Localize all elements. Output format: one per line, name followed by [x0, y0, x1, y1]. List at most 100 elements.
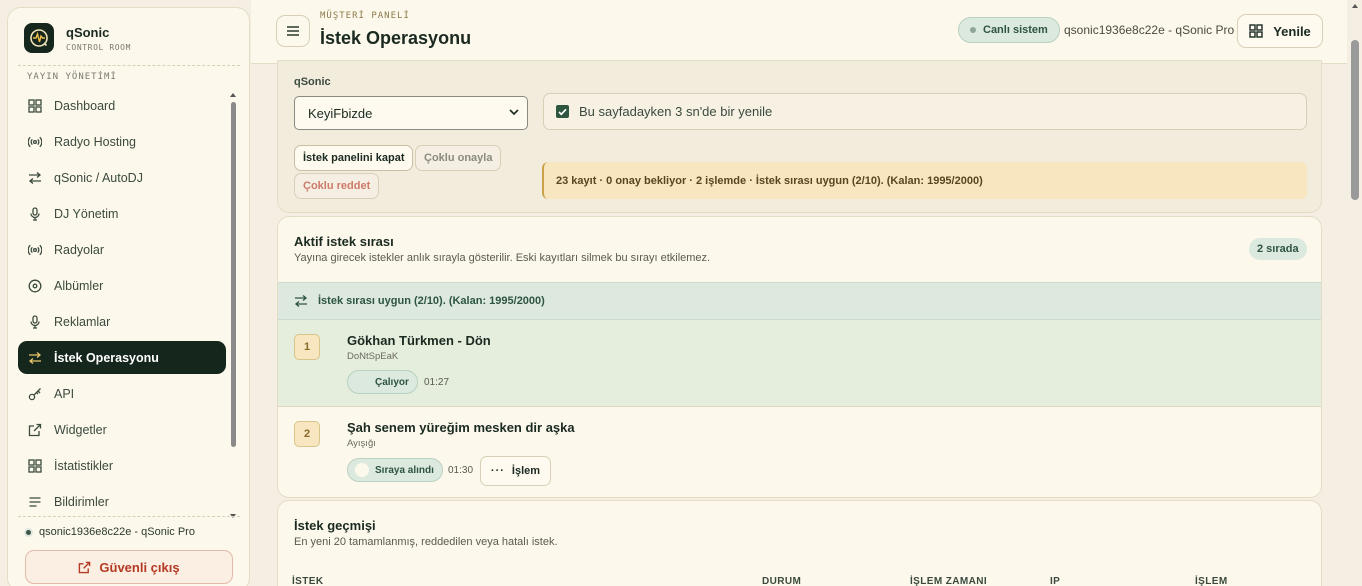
- live-status-badge: Canlı sistem: [958, 17, 1060, 43]
- sidebar-item-radios[interactable]: Radyolar: [18, 233, 226, 266]
- broadcast-icon: [28, 244, 42, 255]
- auto-refresh-label: Bu sayfadayken 3 sn'de bir yenile: [579, 104, 773, 119]
- bulk-approve-button[interactable]: Çoklu onayla: [415, 145, 502, 171]
- sidebar-item-statistics[interactable]: İstatistikler: [18, 449, 226, 482]
- close-request-panel-button[interactable]: İstek panelini kapat: [294, 145, 414, 171]
- chevron-down-icon: [509, 109, 519, 116]
- external-link-icon: [79, 561, 91, 573]
- station-select[interactable]: KeyiFbizde: [294, 96, 528, 130]
- grid-icon: [28, 458, 42, 473]
- auto-refresh-option[interactable]: Bu sayfadayken 3 sn'de bir yenile: [543, 93, 1307, 130]
- queue-position: 1: [294, 334, 320, 360]
- sidebar-item-dj[interactable]: DJ Yönetim: [18, 197, 226, 230]
- status-dot-icon: [24, 527, 33, 537]
- scroll-thumb[interactable]: [1351, 40, 1359, 200]
- queue-status-text: İstek sırası uygun (2/10). (Kalan: 1995/…: [318, 295, 545, 307]
- sidebar-item-autodj[interactable]: qSonic / AutoDJ: [18, 161, 226, 194]
- status-circle-icon: [355, 375, 369, 389]
- sidebar-item-label: Radyo Hosting: [54, 134, 136, 149]
- menu-toggle-button[interactable]: [276, 15, 310, 47]
- controls-card: qSonic KeyiFbizde Bu sayfadayken 3 sn'de…: [277, 60, 1322, 213]
- sidebar-scrollbar[interactable]: [230, 93, 238, 518]
- sidebar: qSonic CONTROL ROOM YAYIN YÖNETİMİ Dashb…: [7, 7, 250, 586]
- sidebar-item-widgets[interactable]: Widgetler: [18, 413, 226, 446]
- status-badge: Çalıyor: [347, 370, 418, 394]
- sidebar-item-ads[interactable]: Reklamlar: [18, 305, 226, 338]
- column-header-status[interactable]: DURUM: [762, 576, 801, 586]
- page-scrollbar[interactable]: [1348, 0, 1362, 586]
- sidebar-item-radio-hosting[interactable]: Radyo Hosting: [18, 125, 226, 158]
- status-circle-icon: [355, 463, 369, 477]
- microphone-icon: [30, 206, 40, 221]
- sidebar-item-api[interactable]: API: [18, 377, 226, 410]
- request-history-card: İstek geçmişi En yeni 20 tamamlanmış, re…: [277, 500, 1322, 586]
- swap-icon: [294, 295, 308, 307]
- scroll-up-arrow-icon[interactable]: [230, 93, 236, 97]
- sidebar-item-dashboard[interactable]: Dashboard: [18, 89, 226, 122]
- sidebar-item-albums[interactable]: Albümler: [18, 269, 226, 302]
- microphone-icon: [30, 314, 40, 329]
- brand[interactable]: qSonic CONTROL ROOM: [24, 23, 131, 53]
- queue-status-bar: İstek sırası uygun (2/10). (Kalan: 1995/…: [278, 282, 1321, 320]
- queue-title: Aktif istek sırası: [294, 234, 394, 249]
- broadcast-icon: [28, 136, 42, 147]
- external-link-icon: [28, 423, 42, 436]
- refresh-label: Yenile: [1273, 23, 1311, 39]
- station-field-label: qSonic: [294, 76, 331, 88]
- request-time: 01:27: [424, 377, 450, 388]
- sidebar-item-label: Reklamlar: [54, 314, 111, 329]
- key-icon: [28, 387, 41, 400]
- column-header-request[interactable]: İSTEK: [292, 576, 323, 586]
- scroll-up-arrow-icon[interactable]: [1352, 4, 1358, 8]
- history-title: İstek geçmişi: [294, 518, 376, 533]
- sidebar-nav: Dashboard Radyo Hosting qSonic / AutoDJ …: [18, 89, 226, 513]
- queue-row: 2 Şah senem yüreğim mesken dir aşka Ayış…: [278, 407, 1321, 494]
- active-queue-card: Aktif istek sırası Yayına girecek istekl…: [277, 216, 1322, 498]
- sidebar-item-label: İstatistikler: [54, 458, 114, 473]
- hamburger-icon: [287, 26, 299, 36]
- requester-name: DoNtSpEaK: [347, 351, 399, 362]
- sidebar-item-label: Albümler: [54, 278, 104, 293]
- waveform-logo-icon: [24, 23, 54, 53]
- brand-subtitle: CONTROL ROOM: [66, 42, 131, 52]
- column-header-action[interactable]: İŞLEM: [1195, 576, 1228, 586]
- history-subtitle: En yeni 20 tamamlanmış, reddedilen veya …: [294, 536, 558, 548]
- sidebar-item-notifications[interactable]: Bildirimler: [18, 485, 226, 513]
- sidebar-item-label: Widgetler: [54, 422, 107, 437]
- sidebar-item-label: DJ Yönetim: [54, 206, 119, 221]
- scroll-thumb[interactable]: [231, 102, 236, 447]
- bulk-reject-button[interactable]: Çoklu reddet: [294, 173, 380, 199]
- sidebar-item-request-operations[interactable]: İstek Operasyonu: [18, 341, 226, 374]
- refresh-button[interactable]: Yenile: [1237, 14, 1323, 48]
- swap-icon: [28, 171, 42, 184]
- sidebar-item-label: Radyolar: [54, 242, 105, 257]
- page-title: İstek Operasyonu: [320, 28, 472, 48]
- request-action-button[interactable]: ··· İşlem: [480, 456, 551, 486]
- station-select-value: KeyiFbizde: [308, 105, 373, 121]
- logout-button[interactable]: Güvenli çıkış: [25, 550, 233, 584]
- page-eyebrow: MÜŞTERİ PANELİ: [320, 11, 410, 21]
- status-label: Çalıyor: [375, 376, 409, 388]
- more-dots-icon: ···: [490, 465, 505, 477]
- request-time: 01:30: [448, 465, 474, 476]
- user-label: qsonic1936e8c22e - qSonic Pro: [39, 526, 195, 538]
- column-header-process-time[interactable]: İŞLEM ZAMANI: [910, 576, 987, 586]
- grid-icon: [1249, 24, 1263, 38]
- song-title: Şah senem yüreğim mesken dir aşka: [347, 420, 575, 435]
- divider: [18, 65, 240, 66]
- brand-name: qSonic: [66, 24, 110, 40]
- column-header-ip[interactable]: IP: [1050, 576, 1060, 586]
- queue-count-badge: 2 sırada: [1249, 238, 1307, 260]
- status-label: Sıraya alındı: [375, 464, 434, 476]
- auto-refresh-checkbox[interactable]: [556, 105, 569, 118]
- swap-icon: [28, 351, 42, 364]
- action-label: İşlem: [511, 465, 541, 477]
- song-title: Gökhan Türkmen - Dön: [347, 333, 491, 348]
- queue-row: 1 Gökhan Türkmen - Dön DoNtSpEaK Çalıyor…: [278, 320, 1321, 407]
- section-label: YAYIN YÖNETİMİ: [27, 72, 117, 82]
- requester-name: Ayışığı: [347, 438, 376, 449]
- queue-position: 2: [294, 421, 320, 447]
- top-header: MÜŞTERİ PANELİ İstek Operasyonu Canlı si…: [251, 0, 1347, 64]
- sidebar-item-label: İstek Operasyonu: [54, 350, 159, 365]
- queue-subtitle: Yayına girecek istekler anlık sırayla gö…: [294, 252, 711, 264]
